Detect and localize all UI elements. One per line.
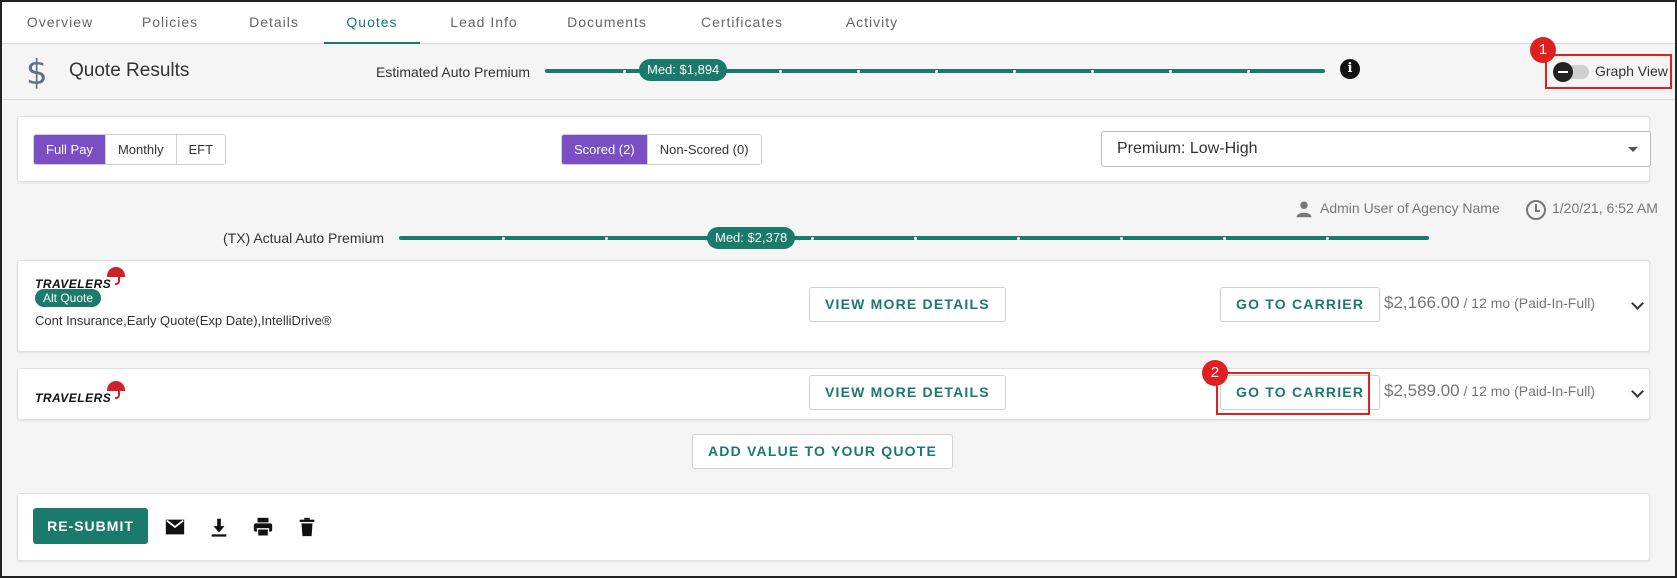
toggle-knob-icon (1553, 62, 1573, 82)
app-frame: Overview Policies Details Quotes Lead In… (0, 0, 1677, 578)
quote-price: $2,166.00 / 12 mo (Paid-In-Full) (1384, 293, 1595, 313)
quote-term: / 12 mo (Paid-In-Full) (1459, 295, 1596, 311)
quote-price: $2,589.00 / 12 mo (Paid-In-Full) (1384, 381, 1595, 401)
tab-bar: Overview Policies Details Quotes Lead In… (2, 2, 1675, 44)
sort-select-value: Premium: Low-High (1117, 140, 1258, 157)
actual-median-badge: Med: $2,378 (707, 227, 796, 249)
info-icon[interactable]: i (1340, 59, 1360, 79)
quote-author: Admin User of Agency Name (1320, 200, 1500, 216)
quote-results-header: $ Quote Results Estimated Auto Premium M… (2, 37, 1675, 100)
print-icon[interactable] (252, 516, 274, 538)
caret-down-icon (1628, 147, 1638, 152)
action-bar: RE-SUBMIT (17, 493, 1650, 561)
quote-term: / 12 mo (Paid-In-Full) (1459, 383, 1596, 399)
estimated-median-badge: Med: $1,894 (639, 59, 728, 81)
person-icon (1296, 201, 1312, 218)
tab-overview[interactable]: Overview (12, 2, 108, 44)
go-to-carrier-button[interactable]: GO TO CARRIER (1220, 287, 1381, 322)
go-to-carrier-highlight (1216, 372, 1370, 415)
clock-icon (1526, 200, 1546, 220)
add-value-button[interactable]: ADD VALUE TO YOUR QUOTE (692, 434, 954, 469)
download-icon[interactable] (208, 516, 230, 538)
actual-premium-range (399, 236, 1429, 240)
score-filter-group: Scored (2) Non-Scored (0) (561, 134, 762, 165)
resubmit-button[interactable]: RE-SUBMIT (33, 508, 148, 544)
payment-type-group: Full Pay Monthly EFT (33, 134, 227, 165)
quote-amount: $2,166.00 (1384, 293, 1460, 312)
quote-card: TRAVELERS Alt Quote Cont Insurance,Early… (17, 260, 1650, 352)
travelers-logo: TRAVELERS (35, 267, 125, 291)
graph-view-toggle[interactable] (1553, 62, 1589, 82)
tab-details[interactable]: Details (234, 2, 314, 44)
actual-premium-label: (TX) Actual Auto Premium (223, 230, 385, 246)
page-title: Quote Results (69, 60, 190, 81)
view-more-details-button[interactable]: VIEW MORE DETAILS (809, 287, 1006, 322)
payment-full-pay-button[interactable]: Full Pay (34, 135, 106, 164)
quote-card: TRAVELERS VIEW MORE DETAILS GO TO CARRIE… (17, 368, 1650, 420)
callout-2: 2 (1202, 360, 1228, 386)
view-more-details-button[interactable]: VIEW MORE DETAILS (809, 375, 1006, 410)
scored-button[interactable]: Scored (2) (562, 135, 648, 164)
tab-quotes[interactable]: Quotes (324, 2, 420, 44)
graph-view-label: Graph View (1595, 63, 1668, 79)
delete-icon[interactable] (296, 516, 318, 538)
tab-certificates[interactable]: Certificates (682, 2, 802, 44)
estimated-premium-label: Estimated Auto Premium (376, 64, 531, 80)
email-icon[interactable] (164, 516, 186, 538)
payment-eft-button[interactable]: EFT (176, 135, 226, 164)
quote-amount: $2,589.00 (1384, 381, 1460, 400)
tab-lead-info[interactable]: Lead Info (434, 2, 534, 44)
quote-timestamp: 1/20/21, 6:52 AM (1552, 200, 1658, 216)
alt-quote-badge: Alt Quote (35, 289, 102, 307)
tab-policies[interactable]: Policies (122, 2, 218, 44)
tab-documents[interactable]: Documents (552, 2, 662, 44)
non-scored-button[interactable]: Non-Scored (0) (647, 135, 761, 164)
sort-select[interactable]: Premium: Low-High (1101, 131, 1651, 167)
tab-activity[interactable]: Activity (824, 2, 920, 44)
chevron-down-icon[interactable] (1631, 297, 1644, 310)
dollar-icon: $ (26, 53, 48, 93)
graph-view-toggle-highlight: Graph View (1545, 54, 1672, 89)
chevron-down-icon[interactable] (1631, 385, 1644, 398)
callout-1: 1 (1530, 37, 1556, 63)
payment-monthly-button[interactable]: Monthly (105, 135, 177, 164)
quote-features: Cont Insurance,Early Quote(Exp Date),Int… (35, 313, 332, 328)
travelers-logo: TRAVELERS (35, 381, 125, 405)
carrier-name: TRAVELERS (35, 391, 112, 405)
filter-bar: Full Pay Monthly EFT Scored (2) Non-Scor… (17, 116, 1651, 182)
